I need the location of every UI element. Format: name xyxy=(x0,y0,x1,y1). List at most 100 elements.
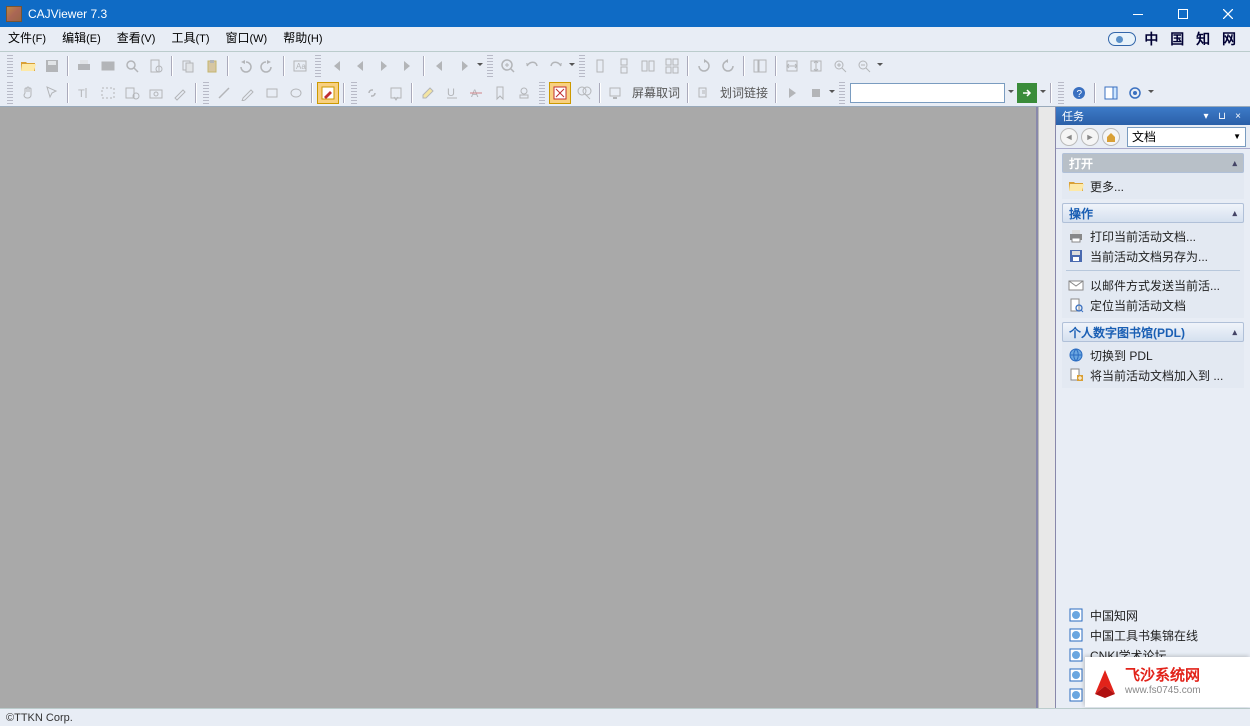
bookmark-pane-button[interactable] xyxy=(749,55,771,77)
mail-button[interactable] xyxy=(97,55,119,77)
zoom-level-dropdown[interactable] xyxy=(876,55,884,77)
search-go-dropdown[interactable] xyxy=(1039,82,1047,104)
ocr-select-button[interactable] xyxy=(121,82,143,104)
grip-icon[interactable] xyxy=(351,82,357,104)
zoom-tool-button[interactable] xyxy=(497,55,519,77)
zoom-back-button[interactable] xyxy=(521,55,543,77)
zoom-out-button[interactable] xyxy=(853,55,875,77)
rotate-ccw-button[interactable] xyxy=(717,55,739,77)
open-more-item[interactable]: 更多... xyxy=(1064,176,1242,196)
select-tool-button[interactable] xyxy=(41,82,63,104)
next-page-button[interactable] xyxy=(373,55,395,77)
last-page-button[interactable] xyxy=(397,55,419,77)
screen-word-label[interactable]: 屏幕取词 xyxy=(628,84,684,101)
ellipse-tool-button[interactable] xyxy=(285,82,307,104)
vertical-scrollbar[interactable] xyxy=(1038,107,1055,708)
snapshot-button[interactable] xyxy=(145,82,167,104)
pdl-add-item[interactable]: 将当前活动文档加入到 ... xyxy=(1064,365,1242,385)
zoom-fwd-button[interactable] xyxy=(545,55,567,77)
nav-back-button[interactable] xyxy=(429,55,451,77)
grip-icon[interactable] xyxy=(579,55,585,77)
task-close-icon[interactable]: × xyxy=(1232,110,1244,122)
zoom-in-button[interactable] xyxy=(829,55,851,77)
prev-page-button[interactable] xyxy=(349,55,371,77)
first-page-button[interactable] xyxy=(325,55,347,77)
task-pane-button[interactable] xyxy=(1100,82,1122,104)
bookmark-button[interactable] xyxy=(489,82,511,104)
link-tool-button[interactable] xyxy=(361,82,383,104)
single-page-button[interactable] xyxy=(589,55,611,77)
config-button[interactable] xyxy=(1124,82,1146,104)
ocr-button[interactable]: Aa xyxy=(289,55,311,77)
grip-icon[interactable] xyxy=(1058,82,1064,104)
grip-icon[interactable] xyxy=(839,82,845,104)
facing-page-button[interactable] xyxy=(637,55,659,77)
search-doc-button[interactable] xyxy=(121,55,143,77)
text-select-button[interactable]: T xyxy=(73,82,95,104)
dict-lookup-button[interactable] xyxy=(573,82,595,104)
link-cnki[interactable]: 中国知网 xyxy=(1064,605,1242,625)
grip-icon[interactable] xyxy=(487,55,493,77)
link-tools[interactable]: 中国工具书集锦在线 xyxy=(1064,625,1242,645)
strike-button[interactable]: A xyxy=(465,82,487,104)
undo-button[interactable] xyxy=(233,55,255,77)
task-back-button[interactable]: ◄ xyxy=(1060,128,1078,146)
redo-button[interactable] xyxy=(257,55,279,77)
highlight-button[interactable] xyxy=(417,82,439,104)
continuous-facing-button[interactable] xyxy=(661,55,683,77)
brand-label[interactable]: 中 国 知 网 xyxy=(1108,29,1250,49)
paste-button[interactable] xyxy=(201,55,223,77)
fit-page-button[interactable] xyxy=(805,55,827,77)
play-button[interactable] xyxy=(781,82,803,104)
underline-button[interactable]: U xyxy=(441,82,463,104)
menu-window[interactable]: 窗口(W) xyxy=(218,26,276,52)
menu-help[interactable]: 帮助(H) xyxy=(275,26,330,52)
ops-print-item[interactable]: 打印当前活动文档... xyxy=(1064,226,1242,246)
grip-icon[interactable] xyxy=(315,55,321,77)
note-tool-button[interactable] xyxy=(385,82,407,104)
grip-icon[interactable] xyxy=(539,82,545,104)
hand-tool-button[interactable] xyxy=(17,82,39,104)
ops-saveas-item[interactable]: 当前活动文档另存为... xyxy=(1064,246,1242,266)
word-link-label[interactable]: 划词链接 xyxy=(716,84,772,101)
search-input[interactable] xyxy=(850,83,1005,103)
stop-button[interactable] xyxy=(805,82,827,104)
wand-button[interactable] xyxy=(169,82,191,104)
close-button[interactable] xyxy=(1205,0,1250,27)
rotate-cw-button[interactable] xyxy=(693,55,715,77)
save-button[interactable] xyxy=(41,55,63,77)
find-button[interactable] xyxy=(145,55,167,77)
config-dropdown[interactable] xyxy=(1147,82,1155,104)
dict-toggle-button[interactable] xyxy=(549,82,571,104)
zoom-dropdown[interactable] xyxy=(568,55,576,77)
search-go-button[interactable] xyxy=(1017,83,1037,103)
menu-view[interactable]: 查看(V) xyxy=(109,26,164,52)
search-dropdown[interactable] xyxy=(1007,82,1015,104)
open-button[interactable] xyxy=(17,55,39,77)
task-doc-select[interactable]: 文档▼ xyxy=(1127,127,1246,147)
task-menu-icon[interactable]: ▾ xyxy=(1200,110,1212,122)
section-pdl-head[interactable]: 个人数字图书馆(PDL)▴ xyxy=(1062,322,1244,342)
grip-icon[interactable] xyxy=(203,82,209,104)
word-link-icon[interactable] xyxy=(693,82,715,104)
pdl-switch-item[interactable]: 切换到 PDL xyxy=(1064,345,1242,365)
print-button[interactable] xyxy=(73,55,95,77)
line-tool-button[interactable] xyxy=(213,82,235,104)
screen-word-icon[interactable] xyxy=(605,82,627,104)
ops-mail-item[interactable]: 以邮件方式发送当前活... xyxy=(1064,275,1242,295)
minimize-button[interactable] xyxy=(1115,0,1160,27)
section-ops-head[interactable]: 操作▴ xyxy=(1062,203,1244,223)
task-pin-icon[interactable]: ⊔ xyxy=(1216,110,1228,122)
stamp-button[interactable] xyxy=(513,82,535,104)
copy-button[interactable] xyxy=(177,55,199,77)
task-fwd-button[interactable]: ► xyxy=(1081,128,1099,146)
image-select-button[interactable] xyxy=(97,82,119,104)
help-button[interactable]: ? xyxy=(1068,82,1090,104)
fit-width-button[interactable] xyxy=(781,55,803,77)
continuous-page-button[interactable] xyxy=(613,55,635,77)
rect-tool-button[interactable] xyxy=(261,82,283,104)
ops-locate-item[interactable]: 定位当前活动文档 xyxy=(1064,295,1242,315)
menu-file[interactable]: 文件(F) xyxy=(0,26,54,52)
menu-tools[interactable]: 工具(T) xyxy=(163,26,217,52)
menu-edit[interactable]: 编辑(E) xyxy=(54,26,109,52)
